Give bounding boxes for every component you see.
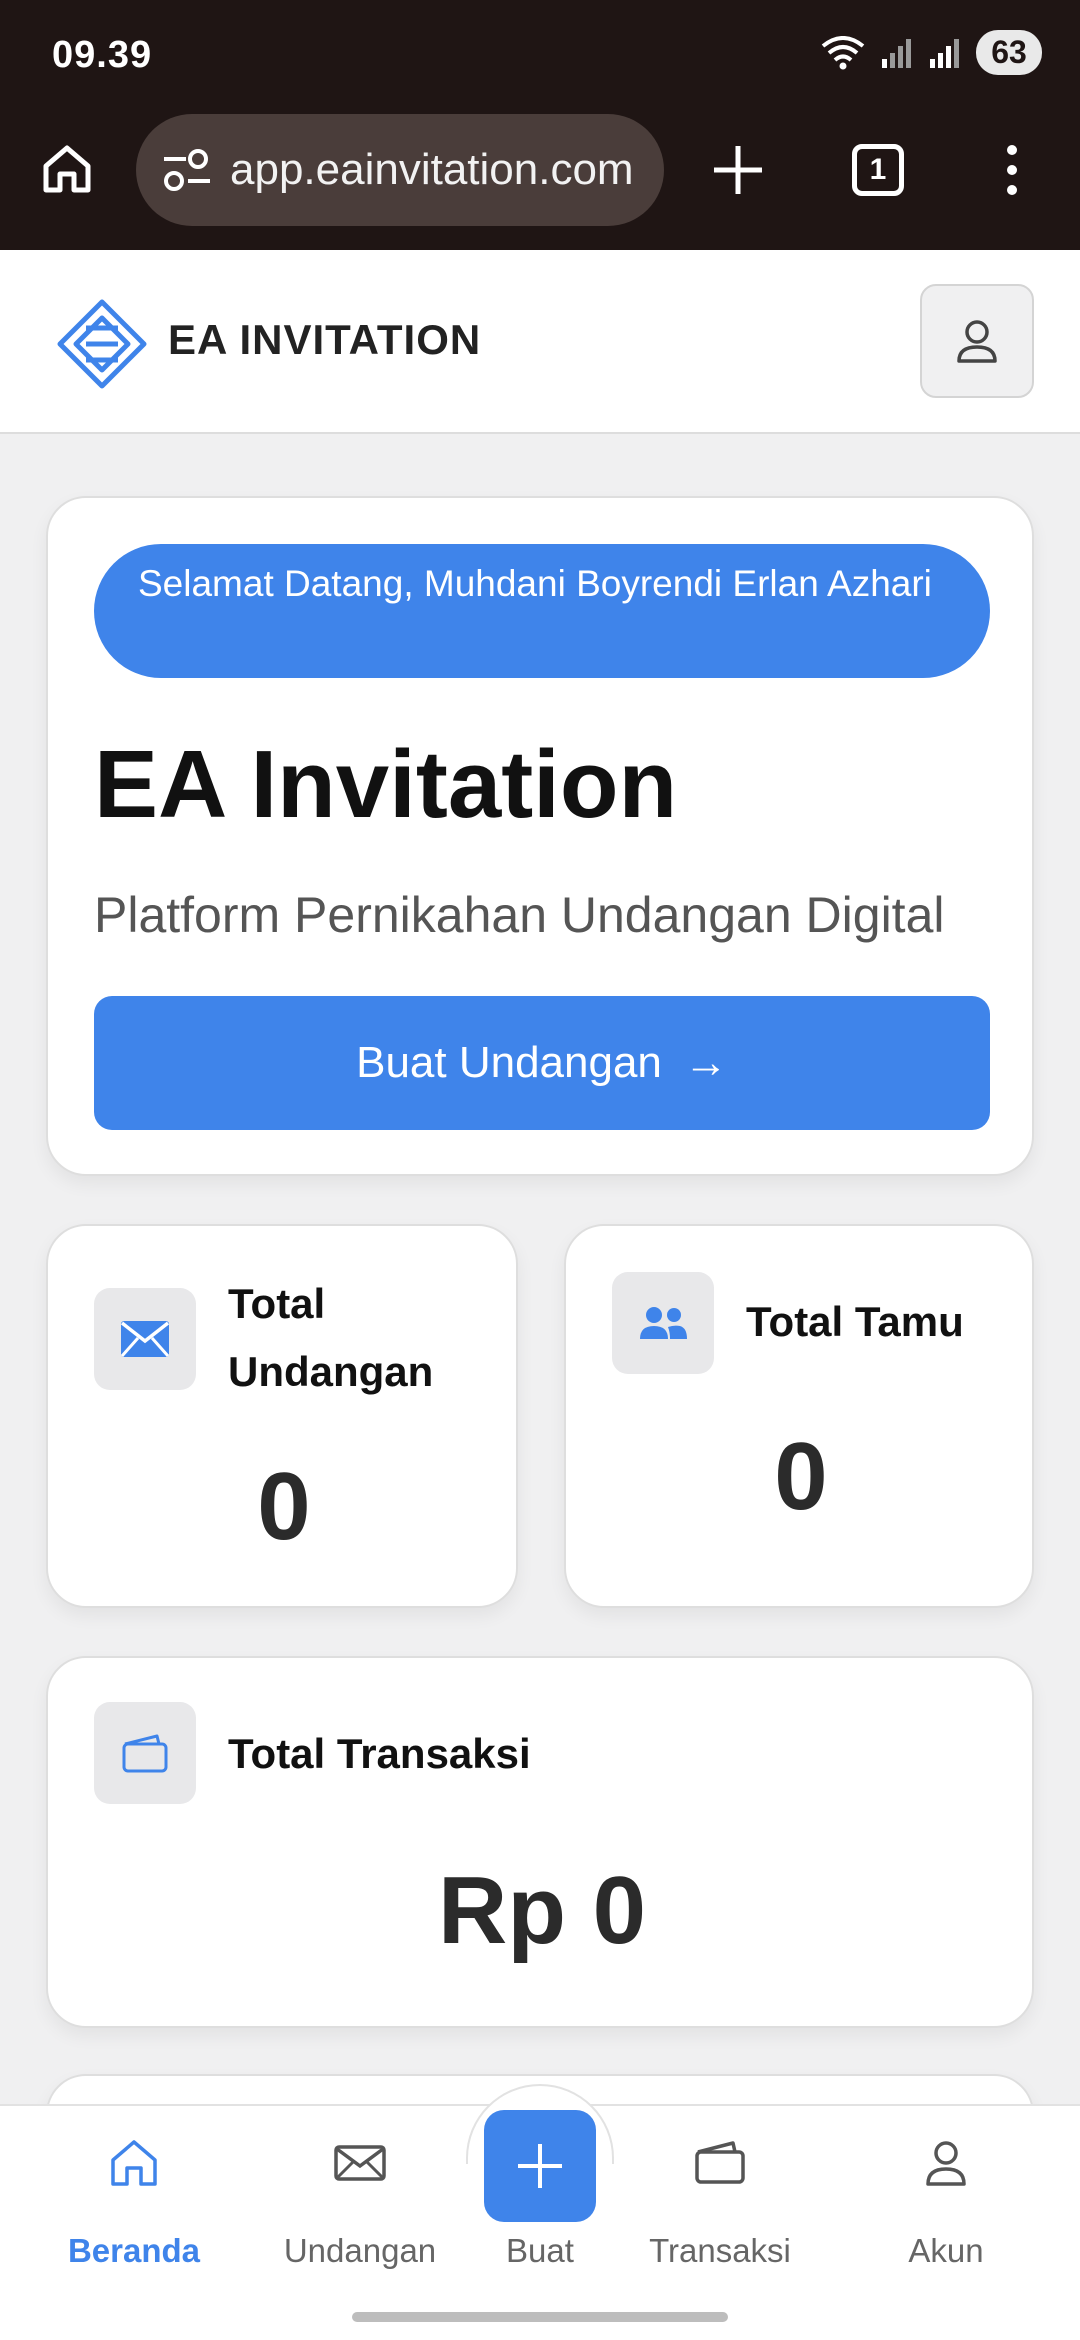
wallet-icon [122,1734,168,1773]
stat-card-transaksi: Total Transaksi Rp 0 [46,1656,1034,2028]
nav-label-buat: Buat [506,2232,574,2269]
wifi-icon [821,35,865,69]
create-invitation-button[interactable]: Buat Undangan → [94,996,990,1130]
hero-title: EA Invitation [94,731,678,838]
users-icon [640,1307,687,1339]
stat-value-undangan: 0 [257,1453,311,1560]
profile-button[interactable] [920,284,1034,398]
stat-card-undangan: Total Undangan 0 [46,1224,518,1608]
nav-item-akun[interactable]: Akun [838,2136,1054,2269]
users-icon-box [612,1272,714,1374]
welcome-banner: Selamat Datang, Muhdani Boyrendi Erlan A… [94,544,990,678]
signal-icon [882,38,911,68]
hero-card: Selamat Datang, Muhdani Boyrendi Erlan A… [46,496,1034,1176]
stat-label-transaksi: Total Transaksi [228,1730,531,1777]
envelope-icon [120,1321,170,1357]
address-bar[interactable]: app.eainvitation.com [136,114,664,226]
stat-card-tamu: Total Tamu 0 [564,1224,1034,1608]
more-vert-icon[interactable] [1000,140,1024,200]
nav-label-beranda: Beranda [67,2232,201,2269]
tune-icon[interactable] [158,141,216,199]
wallet-icon-box [94,1702,196,1804]
nav-label-akun: Akun [908,2232,984,2269]
create-invitation-label: Buat Undangan [356,1038,662,1087]
status-time: 09.39 [52,34,153,76]
logo-mark-icon[interactable] [56,298,148,390]
arrow-right-icon: → [683,1038,728,1087]
logo-text[interactable]: EA INVITATION [168,316,481,364]
stat-value-transaksi: Rp 0 [437,1857,647,1964]
stat-label-tamu: Total Tamu [746,1298,964,1345]
battery-indicator: 63 [976,30,1042,75]
nav-item-beranda[interactable]: Beranda [26,2136,242,2269]
profile-icon [926,2141,966,2186]
url-text: app.eainvitation.com [230,145,634,194]
stat-label-undangan: Total Undangan [228,1280,434,1395]
nav-label-transaksi: Transaksi [649,2232,791,2269]
home-icon[interactable] [38,140,96,198]
app-header: EA INVITATION [0,250,1080,434]
nav-item-transaksi[interactable]: Transaksi [612,2136,828,2269]
new-tab-plus-icon[interactable] [708,140,768,200]
profile-icon [957,320,997,363]
stat-value-tamu: 0 [774,1423,828,1530]
wallet-icon [695,2141,745,2184]
tabs-button[interactable]: 1 [852,144,904,196]
gesture-bar [352,2312,728,2322]
status-icons: 63 [820,30,1042,75]
nav-label-undangan: Undangan [283,2232,437,2269]
envelope-icon-box [94,1288,196,1390]
signal-icon-2 [930,38,959,68]
hero-subtitle: Platform Pernikahan Undangan Digital [94,887,945,943]
browser-chrome: 09.39 63 app.eainvitation.com 1 [0,0,1080,250]
envelope-icon [334,2145,386,2181]
home-icon [111,2140,157,2186]
